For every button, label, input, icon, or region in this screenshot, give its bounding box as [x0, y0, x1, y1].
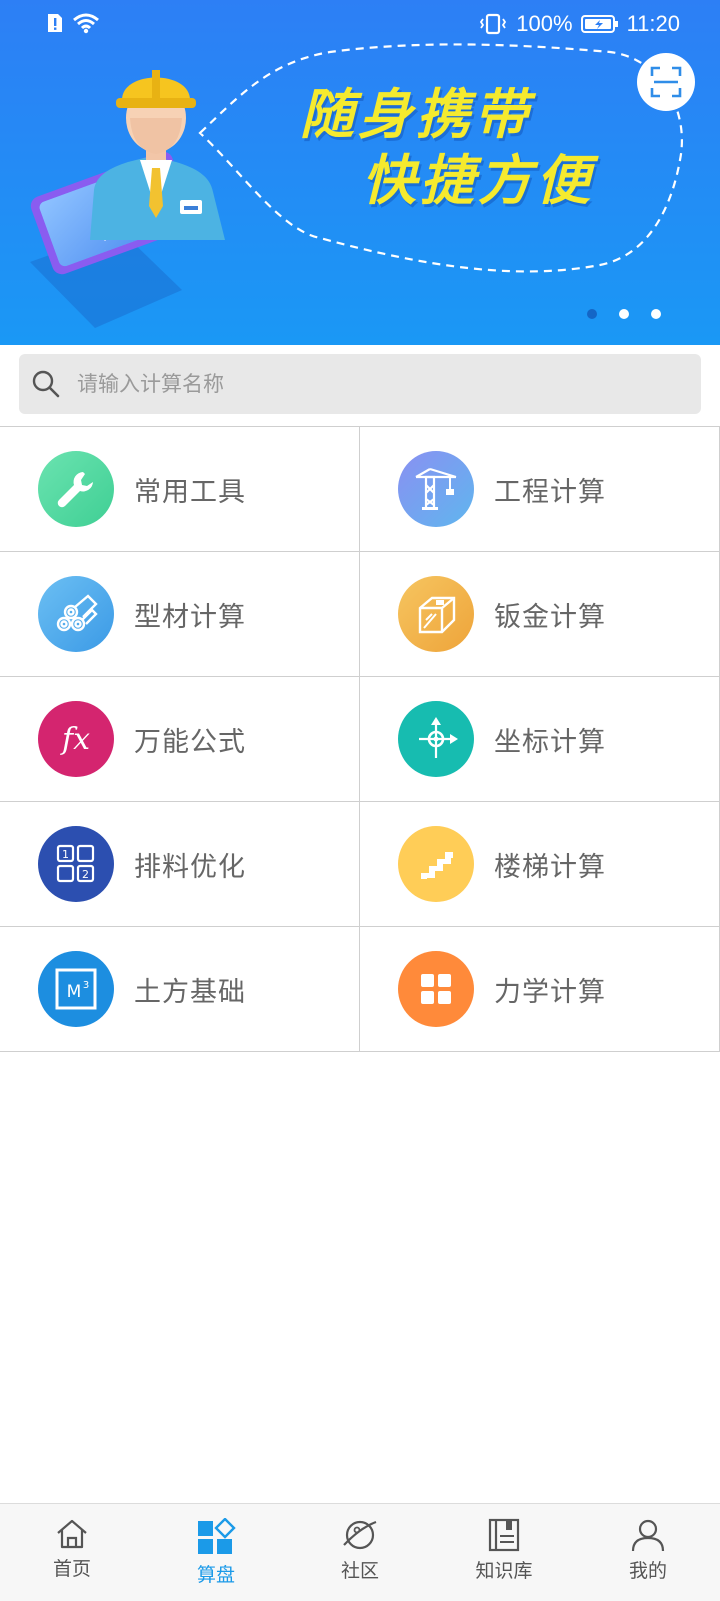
- nav-label: 算盘: [196, 1564, 235, 1586]
- search-input[interactable]: [75, 371, 639, 397]
- promo-banner[interactable]: 算料宝: [0, 0, 720, 345]
- tool-universal-formula[interactable]: fx 万能公式: [0, 677, 360, 802]
- search-icon: [32, 370, 60, 398]
- apps-icon: [198, 1518, 236, 1554]
- svg-text:M: M: [67, 982, 82, 1002]
- vibrate-icon: [480, 13, 507, 35]
- sim-alert-icon: [48, 14, 62, 32]
- nav-home[interactable]: 首页: [0, 1504, 144, 1601]
- tool-nesting-optimization[interactable]: 1 2 排料优化: [0, 802, 360, 927]
- wifi-icon: [73, 13, 99, 34]
- tool-sheet-metal-calc[interactable]: 钣金计算: [360, 552, 720, 677]
- tool-grid: 常用工具 工程计算 型材计算 钣金计算 fx 万能公式 坐标计算 1 2 排料优…: [0, 426, 720, 1052]
- scan-button[interactable]: [637, 53, 695, 111]
- scan-icon: [650, 66, 682, 98]
- nav-profile[interactable]: 我的: [576, 1504, 720, 1601]
- banner-pagination: [587, 309, 661, 319]
- slogan-line-1: 随身携带: [300, 83, 532, 146]
- tool-label: 力学计算: [494, 976, 606, 1008]
- slogan-line-2: 快捷方便: [362, 149, 594, 212]
- tool-engineering-calc[interactable]: 工程计算: [360, 427, 720, 552]
- home-icon: [57, 1519, 87, 1549]
- pagination-dot[interactable]: [651, 309, 661, 319]
- svg-text:1: 1: [62, 848, 69, 861]
- svg-text:3: 3: [83, 980, 89, 991]
- battery-percent: 100%: [516, 11, 573, 36]
- tool-common-tools[interactable]: 常用工具: [0, 427, 360, 552]
- banner-slogan: 随身携带 快捷方便: [300, 82, 594, 214]
- layout-grid-icon: 1 2: [38, 826, 114, 902]
- coordinate-target-icon: [398, 701, 474, 777]
- tool-coordinate-calc[interactable]: 坐标计算: [360, 677, 720, 802]
- nav-label: 首页: [52, 1558, 91, 1580]
- search-bar[interactable]: [19, 354, 701, 414]
- cubic-meter-icon: M 3: [38, 951, 114, 1027]
- battery-charging-icon: [580, 15, 618, 33]
- tool-earthwork-foundation[interactable]: M 3 土方基础: [0, 927, 360, 1052]
- book-icon: [488, 1518, 520, 1552]
- tool-label: 土方基础: [134, 976, 246, 1008]
- tool-label: 工程计算: [494, 476, 606, 508]
- bottom-nav: 首页 算盘 社区 知识库 我的: [0, 1503, 720, 1601]
- pipes-icon: [38, 576, 114, 652]
- nav-label: 社区: [340, 1560, 379, 1582]
- wrench-icon: [38, 451, 114, 527]
- sheet-metal-box-icon: [398, 576, 474, 652]
- four-squares-icon: [398, 951, 474, 1027]
- nav-community[interactable]: 社区: [288, 1504, 432, 1601]
- svg-text:2: 2: [82, 868, 89, 881]
- tool-label: 型材计算: [134, 601, 246, 633]
- clock: 11:20: [626, 11, 680, 36]
- tool-label: 常用工具: [134, 476, 246, 508]
- tool-label: 楼梯计算: [494, 851, 606, 883]
- tool-stairs-calc[interactable]: 楼梯计算: [360, 802, 720, 927]
- fx-icon: fx: [38, 701, 114, 777]
- tool-label: 钣金计算: [494, 601, 606, 633]
- svg-text:fx: fx: [60, 722, 90, 757]
- tower-crane-icon: [398, 451, 474, 527]
- nav-knowledge-base[interactable]: 知识库: [432, 1504, 576, 1601]
- tool-label: 排料优化: [134, 851, 246, 883]
- planet-icon: [343, 1520, 377, 1550]
- tool-mechanics-calc[interactable]: 力学计算: [360, 927, 720, 1052]
- pagination-dot[interactable]: [619, 309, 629, 319]
- tool-profile-calc[interactable]: 型材计算: [0, 552, 360, 677]
- nav-label: 知识库: [475, 1560, 533, 1582]
- status-bar: 100% 11:20: [0, 0, 720, 48]
- tool-label: 万能公式: [134, 726, 246, 758]
- stairs-icon: [398, 826, 474, 902]
- pagination-dot[interactable]: [587, 309, 597, 319]
- nav-calculator[interactable]: 算盘: [144, 1504, 288, 1601]
- tool-label: 坐标计算: [494, 726, 606, 758]
- nav-label: 我的: [628, 1560, 667, 1582]
- user-icon: [631, 1519, 665, 1552]
